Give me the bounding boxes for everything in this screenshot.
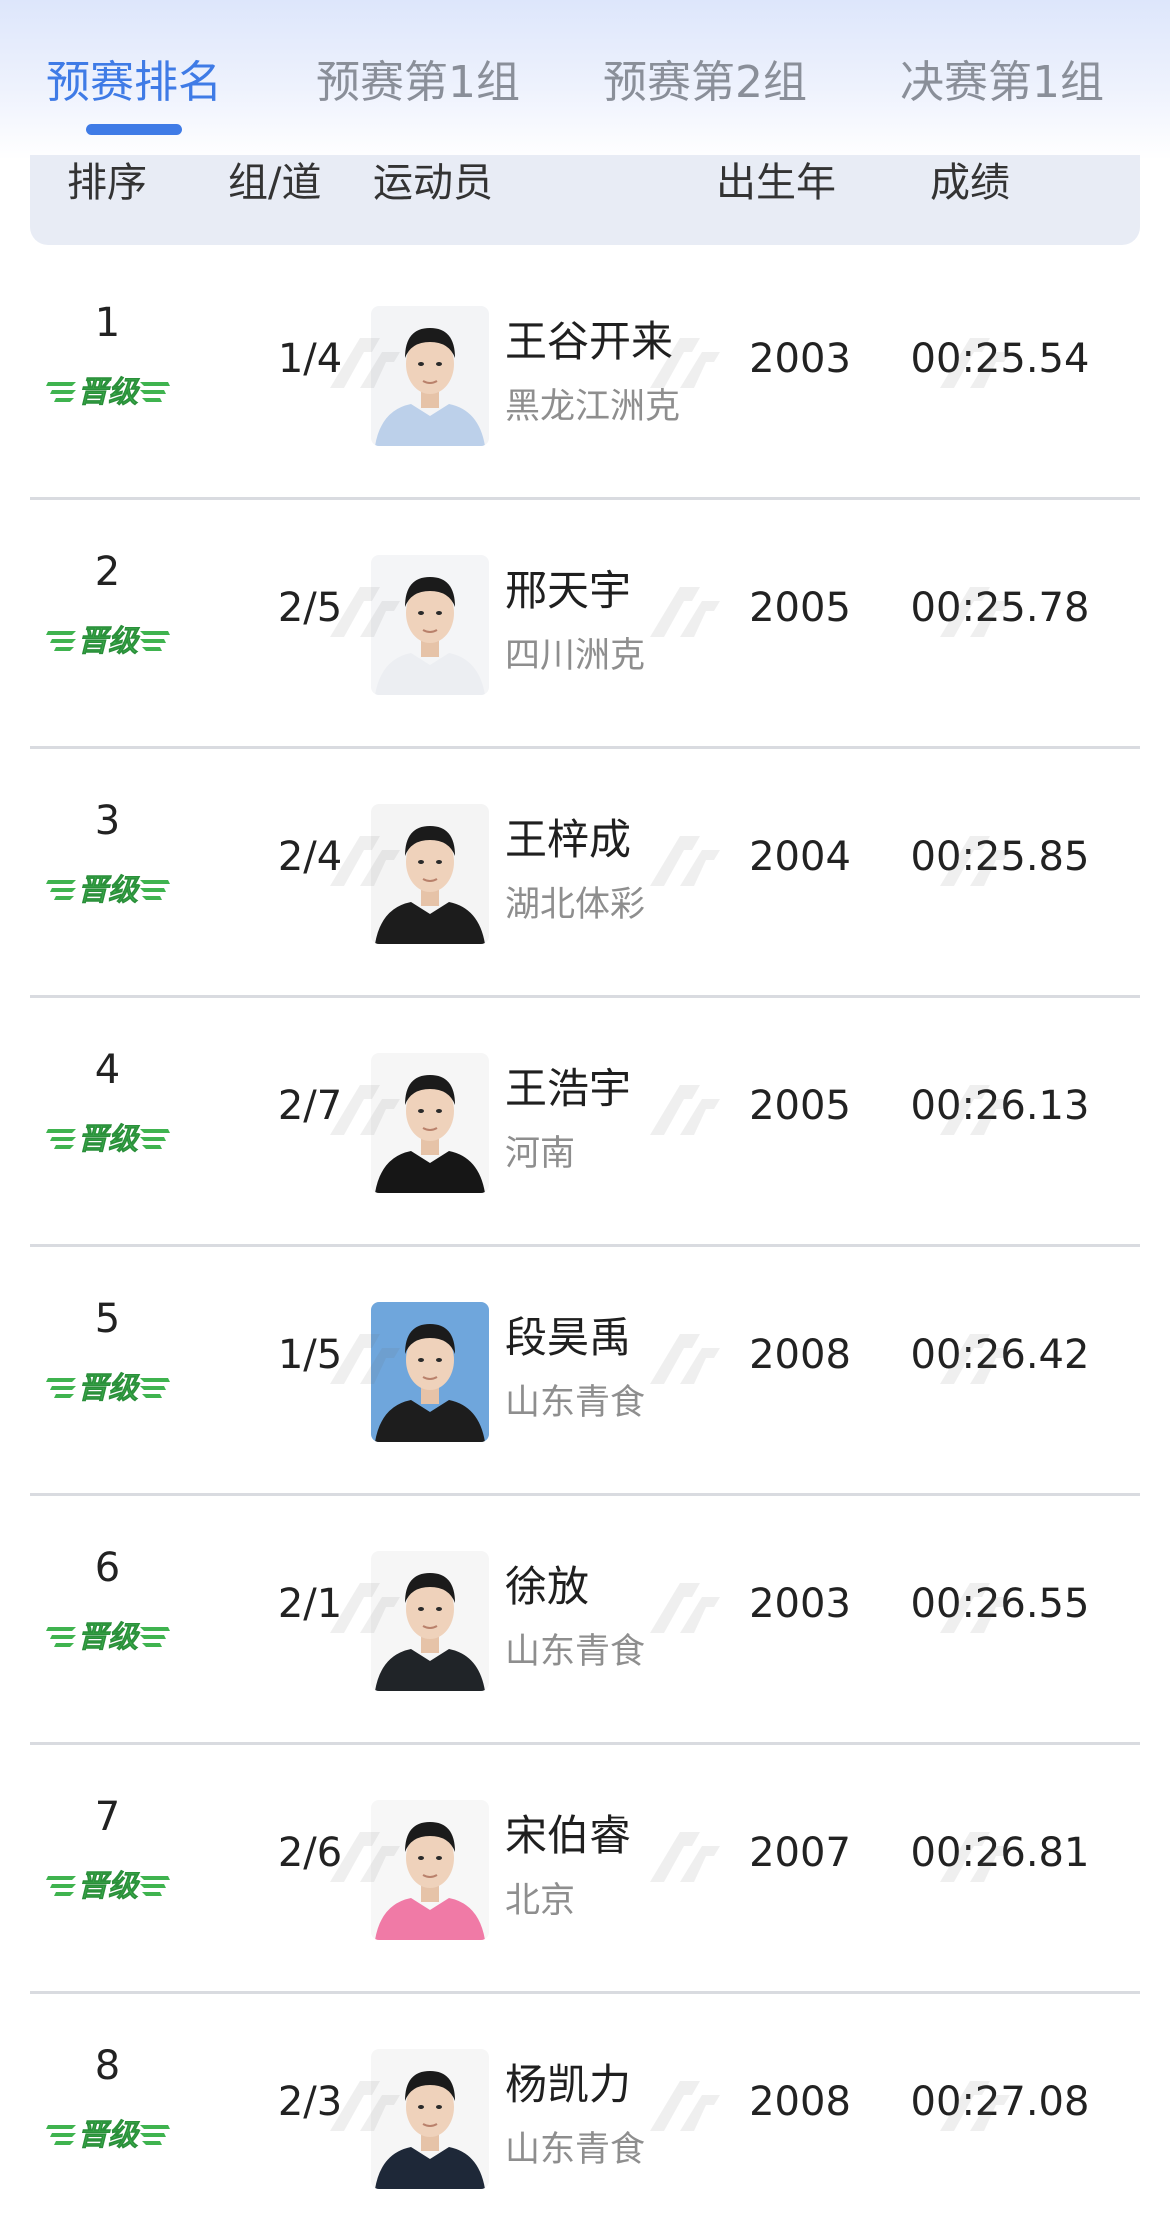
result-time: 00:26.81	[910, 1830, 1090, 1876]
table-row[interactable]: 5 晋级 1/5 段昊禹山东青食 2008 00:26.42	[30, 1244, 1140, 1496]
tab-heat-group-2[interactable]: 预赛第2组	[603, 46, 807, 110]
qualified-badge-label: 晋级	[78, 624, 141, 659]
athlete-photo[interactable]	[371, 306, 489, 446]
birth-year: 2003	[749, 336, 851, 382]
qualified-badge-icon: 晋级	[46, 866, 170, 910]
birth-year: 2008	[749, 2079, 851, 2125]
rank-number: 8	[94, 2043, 121, 2089]
result-time: 00:26.55	[910, 1581, 1090, 1627]
col-lane-header: 组/道	[228, 160, 322, 206]
tab-active-indicator	[86, 124, 182, 135]
birth-year: 2005	[749, 1083, 851, 1129]
athlete-name[interactable]: 徐放	[505, 1553, 589, 1614]
athlete-name[interactable]: 王谷开来	[505, 308, 673, 369]
group-lane: 2/1	[277, 1581, 343, 1627]
rank-number: 6	[94, 1545, 121, 1591]
table-row[interactable]: 7 晋级 2/6 宋伯睿北京 2007 00:26.81	[30, 1742, 1140, 1994]
qualified-badge-label: 晋级	[78, 1371, 141, 1406]
table-row[interactable]: 1 晋级 1/4 王谷开来黑龙江洲克 2003 00:25.54	[30, 248, 1140, 500]
group-lane: 2/4	[277, 834, 343, 880]
result-time: 00:26.42	[910, 1332, 1090, 1378]
qualified-badge-label: 晋级	[78, 1620, 141, 1655]
athlete-team: 山东青食	[505, 1383, 646, 1423]
group-lane: 2/6	[277, 1830, 343, 1876]
col-birth-year-header: 出生年	[716, 160, 836, 206]
result-time: 00:25.54	[910, 336, 1090, 382]
athlete-name[interactable]: 王浩宇	[505, 1055, 631, 1116]
athlete-team: 四川洲克	[505, 636, 646, 676]
result-time: 00:25.85	[910, 834, 1090, 880]
tab-bar: 预赛排名 预赛第1组 预赛第2组 决赛第1组	[0, 0, 1170, 150]
rank-number: 7	[94, 1794, 121, 1840]
tab-heat-group-1[interactable]: 预赛第1组	[316, 46, 520, 110]
tab-heat-ranking[interactable]: 预赛排名	[46, 46, 222, 110]
qualified-badge-icon: 晋级	[46, 1862, 170, 1906]
rank-number: 1	[94, 300, 121, 346]
athlete-photo[interactable]	[371, 804, 489, 944]
athlete-team: 河南	[505, 1134, 576, 1174]
qualified-badge-icon: 晋级	[46, 368, 170, 412]
group-lane: 2/3	[277, 2079, 343, 2125]
athlete-name[interactable]: 杨凯力	[505, 2051, 631, 2112]
result-time: 00:27.08	[910, 2079, 1090, 2125]
qualified-badge-label: 晋级	[78, 375, 141, 410]
birth-year: 2005	[749, 585, 851, 631]
birth-year: 2007	[749, 1830, 851, 1876]
athlete-name[interactable]: 王梓成	[505, 806, 631, 867]
qualified-badge-icon: 晋级	[46, 1364, 170, 1408]
qualified-badge-icon: 晋级	[46, 1613, 170, 1657]
athlete-name[interactable]: 邢天宇	[505, 557, 631, 618]
qualified-badge-label: 晋级	[78, 1122, 141, 1157]
athlete-team: 北京	[505, 1881, 576, 1921]
athlete-team: 山东青食	[505, 1632, 646, 1672]
group-lane: 2/7	[277, 1083, 343, 1129]
birth-year: 2004	[749, 834, 851, 880]
col-result-header: 成绩	[930, 160, 1010, 206]
group-lane: 1/5	[277, 1332, 343, 1378]
qualified-badge-label: 晋级	[78, 873, 141, 908]
rank-number: 5	[94, 1296, 121, 1342]
athlete-team: 黑龙江洲克	[505, 387, 681, 427]
athlete-name[interactable]: 宋伯睿	[505, 1802, 631, 1863]
table-row[interactable]: 2 晋级 2/5 邢天宇四川洲克 2005 00:25.78	[30, 497, 1140, 749]
qualified-badge-label: 晋级	[78, 2118, 141, 2153]
table-row[interactable]: 3 晋级 2/4 王梓成湖北体彩 2004 00:25.85	[30, 746, 1140, 998]
qualified-badge-icon: 晋级	[46, 617, 170, 661]
table-row[interactable]: 4 晋级 2/7 王浩宇河南 2005 00:26.13	[30, 995, 1140, 1247]
athlete-photo[interactable]	[371, 555, 489, 695]
col-athlete-header: 运动员	[373, 160, 493, 206]
group-lane: 1/4	[277, 336, 343, 382]
qualified-badge-icon: 晋级	[46, 1115, 170, 1159]
athlete-photo[interactable]	[371, 1053, 489, 1193]
athlete-photo[interactable]	[371, 1800, 489, 1940]
athlete-photo[interactable]	[371, 1551, 489, 1691]
col-rank-header: 排序	[67, 160, 147, 206]
tab-final-group-1[interactable]: 决赛第1组	[900, 46, 1104, 110]
result-time: 00:26.13	[910, 1083, 1090, 1129]
birth-year: 2003	[749, 1581, 851, 1627]
group-lane: 2/5	[277, 585, 343, 631]
athlete-team: 山东青食	[505, 2130, 646, 2170]
athlete-photo[interactable]	[371, 2049, 489, 2189]
qualified-badge-icon: 晋级	[46, 2111, 170, 2155]
qualified-badge-label: 晋级	[78, 1869, 141, 1904]
athlete-team: 湖北体彩	[505, 885, 646, 925]
birth-year: 2008	[749, 1332, 851, 1378]
rank-number: 4	[94, 1047, 121, 1093]
rank-number: 2	[94, 549, 121, 595]
athlete-photo[interactable]	[371, 1302, 489, 1442]
rank-number: 3	[94, 798, 121, 844]
table-header: 排序 组/道 运动员 出生年 成绩	[30, 155, 1140, 245]
result-time: 00:25.78	[910, 585, 1090, 631]
table-row[interactable]: 8 晋级 2/3 杨凯力山东青食 2008 00:27.08	[30, 1991, 1140, 2240]
athlete-name[interactable]: 段昊禹	[505, 1304, 631, 1365]
table-row[interactable]: 6 晋级 2/1 徐放山东青食 2003 00:26.55	[30, 1493, 1140, 1745]
